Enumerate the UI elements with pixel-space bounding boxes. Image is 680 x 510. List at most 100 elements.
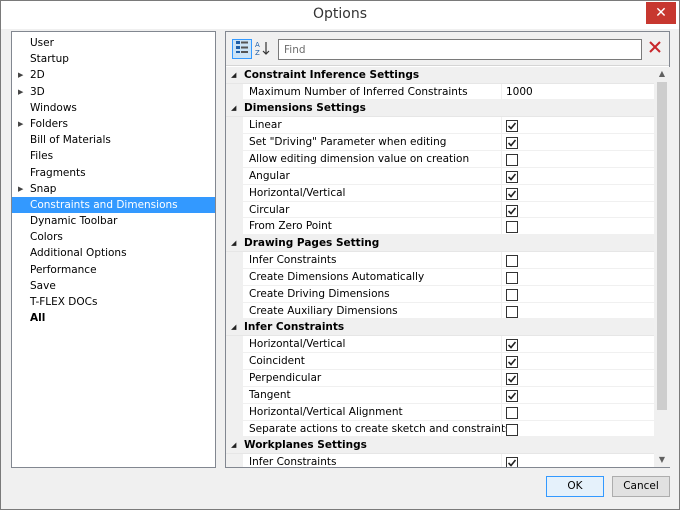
ok-button[interactable]: OK: [546, 476, 604, 497]
property-checkbox[interactable]: [506, 339, 518, 352]
tree-item-label: All: [30, 312, 46, 325]
tree-item-label: Folders: [30, 117, 68, 130]
tree-item[interactable]: Bill of Materials: [12, 132, 215, 148]
tree-item[interactable]: Files: [12, 148, 215, 164]
column-separator[interactable]: [501, 369, 502, 386]
property-checkbox[interactable]: [506, 389, 518, 402]
column-separator[interactable]: [501, 285, 502, 302]
tree-item[interactable]: ▶ 3D: [12, 84, 215, 100]
property-checkbox[interactable]: [506, 187, 518, 200]
tree-item[interactable]: ▶ Folders: [12, 116, 215, 132]
column-separator[interactable]: [501, 184, 502, 201]
property-row: Allow editing dimension value on creatio…: [226, 150, 654, 168]
property-row: Angular: [226, 167, 654, 185]
tree-item[interactable]: ▶ Snap: [12, 181, 215, 197]
column-separator[interactable]: [501, 218, 502, 235]
category-tree[interactable]: User Startup ▶ 2D ▶ 3D Windows ▶ Folders Bill of …: [11, 31, 216, 468]
row-gutter: [226, 420, 243, 437]
column-separator[interactable]: [501, 150, 502, 167]
scroll-up-icon[interactable]: ▲: [654, 67, 670, 81]
clear-icon[interactable]: [645, 39, 665, 60]
column-separator[interactable]: [501, 201, 502, 218]
checkmark-icon: [507, 139, 517, 147]
property-checkbox[interactable]: [506, 372, 518, 385]
expand-arrow-icon[interactable]: ▶: [18, 84, 23, 100]
property-row: Infer Constraints: [226, 454, 654, 467]
property-checkbox[interactable]: [506, 120, 518, 133]
property-name: From Zero Point: [249, 220, 332, 233]
tree-item[interactable]: Save: [12, 278, 215, 294]
tree-item[interactable]: ▶ 2D: [12, 67, 215, 83]
collapse-arrow-icon[interactable]: ◢: [231, 100, 236, 117]
collapse-arrow-icon[interactable]: ◢: [231, 319, 236, 336]
property-checkbox[interactable]: [506, 355, 518, 368]
column-separator[interactable]: [501, 83, 502, 100]
tree-item[interactable]: Startup: [12, 51, 215, 67]
category-header[interactable]: ◢ Infer Constraints: [226, 319, 654, 337]
sort-az-icon[interactable]: A Z: [253, 39, 273, 59]
property-checkbox[interactable]: [506, 305, 518, 318]
property-checkbox[interactable]: [506, 457, 518, 467]
cancel-button[interactable]: Cancel: [612, 476, 670, 497]
property-name: Coincident: [249, 354, 305, 367]
find-input[interactable]: [278, 39, 642, 60]
vertical-scrollbar[interactable]: ▲ ▼: [654, 67, 670, 467]
scroll-down-icon[interactable]: ▼: [654, 453, 670, 467]
column-separator[interactable]: [501, 133, 502, 150]
property-checkbox[interactable]: [506, 271, 518, 284]
tree-item[interactable]: All: [12, 310, 215, 326]
property-checkbox[interactable]: [506, 221, 518, 234]
category-header[interactable]: ◢ Drawing Pages Setting: [226, 235, 654, 252]
category-header[interactable]: ◢ Constraint Inference Settings: [226, 67, 654, 84]
close-button[interactable]: ✕: [646, 2, 676, 24]
property-name: Horizontal/Vertical: [249, 186, 346, 199]
expand-arrow-icon[interactable]: ▶: [18, 116, 23, 132]
collapse-arrow-icon[interactable]: ◢: [231, 235, 236, 252]
column-separator[interactable]: [501, 420, 502, 437]
column-separator[interactable]: [501, 336, 502, 352]
property-grid[interactable]: ◢ Constraint Inference Settings Maximum Nu…: [226, 67, 654, 467]
tree-item-label: Colors: [30, 231, 63, 244]
column-separator[interactable]: [501, 268, 502, 285]
property-row: Create Dimensions Automatically: [226, 268, 654, 286]
property-checkbox[interactable]: [506, 406, 518, 419]
column-separator[interactable]: [501, 302, 502, 319]
column-separator[interactable]: [501, 167, 502, 184]
column-separator[interactable]: [501, 454, 502, 467]
property-checkbox[interactable]: [506, 153, 518, 166]
tree-item[interactable]: Fragments: [12, 165, 215, 181]
column-separator[interactable]: [501, 403, 502, 420]
tree-item[interactable]: Windows: [12, 100, 215, 116]
property-checkbox[interactable]: [506, 288, 518, 301]
column-separator[interactable]: [501, 352, 502, 369]
tree-item[interactable]: T-FLEX DOCs: [12, 294, 215, 310]
property-checkbox[interactable]: [506, 423, 518, 436]
expand-arrow-icon[interactable]: ▶: [18, 181, 23, 197]
categorized-icon[interactable]: [232, 39, 252, 59]
tree-item[interactable]: Performance: [12, 262, 215, 278]
expand-arrow-icon[interactable]: ▶: [18, 67, 23, 83]
collapse-arrow-icon[interactable]: ◢: [231, 437, 236, 454]
property-value[interactable]: 1000: [506, 84, 533, 101]
row-gutter: [226, 184, 243, 201]
category-header[interactable]: ◢ Workplanes Settings: [226, 437, 654, 454]
property-checkbox[interactable]: [506, 254, 518, 267]
collapse-arrow-icon[interactable]: ◢: [231, 67, 236, 84]
column-separator[interactable]: [501, 251, 502, 268]
property-checkbox[interactable]: [506, 136, 518, 149]
checkmark-icon: [507, 190, 517, 198]
tree-item[interactable]: User: [12, 35, 215, 51]
category-header[interactable]: ◢ Dimensions Settings: [226, 100, 654, 118]
property-name: Tangent: [249, 388, 291, 401]
tree-item-label: Dynamic Toolbar: [30, 215, 118, 228]
property-checkbox[interactable]: [506, 204, 518, 217]
property-name: Linear: [249, 119, 282, 132]
column-separator[interactable]: [501, 386, 502, 403]
tree-item[interactable]: Dynamic Toolbar: [12, 213, 215, 229]
column-separator[interactable]: [501, 117, 502, 133]
tree-item[interactable]: Constraints and Dimensions: [12, 196, 215, 214]
tree-item[interactable]: Colors: [12, 229, 215, 245]
tree-item[interactable]: Additional Options: [12, 245, 215, 261]
property-checkbox[interactable]: [506, 170, 518, 183]
scroll-thumb[interactable]: [657, 82, 667, 410]
